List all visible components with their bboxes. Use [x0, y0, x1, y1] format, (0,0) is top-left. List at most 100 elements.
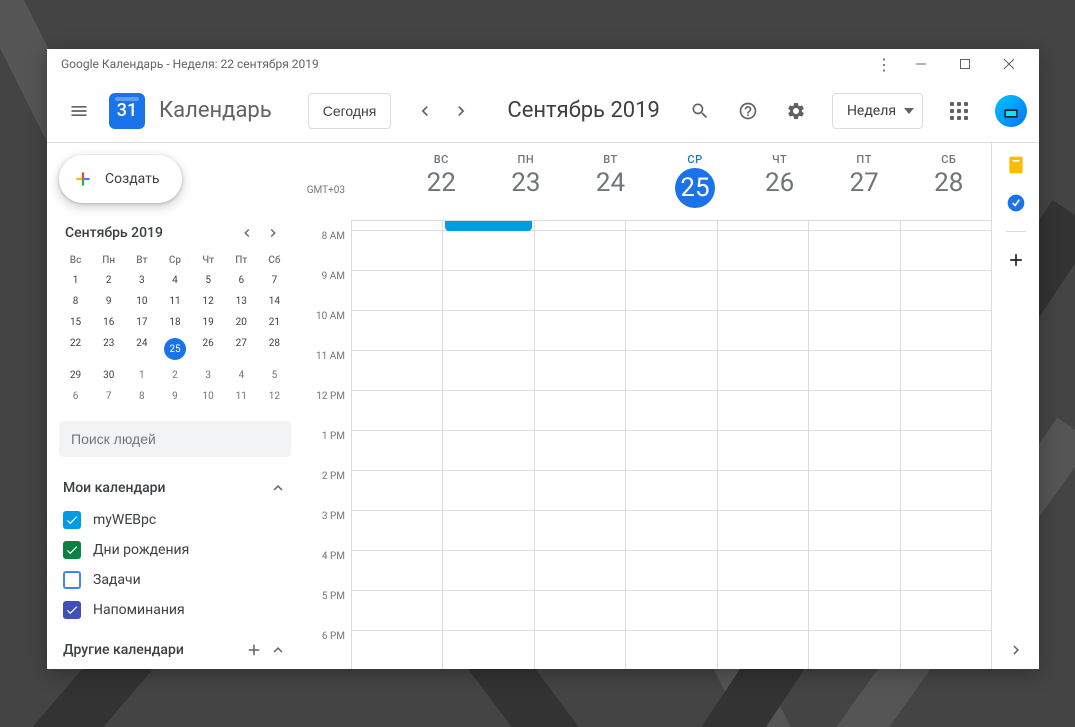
- mini-day[interactable]: 29: [59, 365, 92, 386]
- day-column[interactable]: [717, 221, 808, 669]
- window-more-icon[interactable]: ⋮: [869, 55, 899, 74]
- mini-day[interactable]: 2: [92, 270, 125, 291]
- mini-day[interactable]: 4: [158, 270, 191, 291]
- other-calendars-label: Другие календари: [63, 642, 184, 658]
- day-header[interactable]: ВТ24: [568, 143, 653, 220]
- help-button[interactable]: [728, 91, 768, 131]
- mini-day[interactable]: 1: [59, 270, 92, 291]
- mini-day[interactable]: 25: [158, 333, 191, 365]
- mini-day[interactable]: 1: [125, 365, 158, 386]
- calendar-checkbox[interactable]: [63, 601, 81, 619]
- mini-day[interactable]: 11: [225, 386, 258, 407]
- calendar-item[interactable]: myWEBpc: [59, 505, 291, 535]
- mini-day[interactable]: 3: [192, 365, 225, 386]
- mini-day[interactable]: 8: [59, 291, 92, 312]
- day-header[interactable]: ВС22: [399, 143, 484, 220]
- mini-day[interactable]: 11: [158, 291, 191, 312]
- search-people-input[interactable]: [59, 421, 291, 457]
- mini-day[interactable]: 19: [192, 312, 225, 333]
- day-header[interactable]: СБ28: [906, 143, 991, 220]
- main-menu-button[interactable]: [59, 91, 99, 131]
- calendar-item[interactable]: Напоминания: [59, 595, 291, 625]
- mini-day[interactable]: 10: [192, 386, 225, 407]
- mini-day[interactable]: 27: [225, 333, 258, 365]
- window-minimize-button[interactable]: [899, 49, 943, 79]
- calendar-checkbox[interactable]: [63, 541, 81, 559]
- day-column[interactable]: [625, 221, 716, 669]
- calendar-checkbox[interactable]: [63, 571, 81, 589]
- calendar-item[interactable]: Дни рождения: [59, 535, 291, 565]
- mini-day[interactable]: 9: [92, 291, 125, 312]
- mini-day[interactable]: 9: [158, 386, 191, 407]
- day-column[interactable]: [534, 221, 625, 669]
- mini-day[interactable]: 6: [225, 270, 258, 291]
- calendar-item[interactable]: Задачи: [59, 565, 291, 595]
- day-column[interactable]: [900, 221, 991, 669]
- today-button[interactable]: Сегодня: [308, 93, 392, 129]
- my-calendars-label: Мои календари: [63, 480, 166, 496]
- mini-day[interactable]: 12: [258, 386, 291, 407]
- mini-day[interactable]: 14: [258, 291, 291, 312]
- calendar-checkbox[interactable]: [63, 511, 81, 529]
- mini-day[interactable]: 24: [125, 333, 158, 365]
- mini-day[interactable]: 15: [59, 312, 92, 333]
- mini-day[interactable]: 17: [125, 312, 158, 333]
- time-label: 3 PM: [303, 511, 351, 551]
- add-calendar-icon[interactable]: [245, 641, 263, 659]
- mini-day[interactable]: 5: [258, 365, 291, 386]
- calendar-item-label: Дни рождения: [93, 542, 189, 558]
- mini-day[interactable]: 3: [125, 270, 158, 291]
- mini-day[interactable]: 20: [225, 312, 258, 333]
- mini-day[interactable]: 4: [225, 365, 258, 386]
- account-avatar[interactable]: [995, 95, 1027, 127]
- mini-day[interactable]: 10: [125, 291, 158, 312]
- mini-day[interactable]: 8: [125, 386, 158, 407]
- google-apps-button[interactable]: [939, 91, 979, 131]
- window-maximize-button[interactable]: [943, 49, 987, 79]
- create-button[interactable]: Создать: [59, 155, 182, 203]
- day-header[interactable]: ПН23: [484, 143, 569, 220]
- window-close-button[interactable]: [987, 49, 1031, 79]
- other-calendars-toggle[interactable]: Другие календари: [59, 633, 291, 667]
- mini-day[interactable]: 13: [225, 291, 258, 312]
- my-calendars-toggle[interactable]: Мои календари: [59, 471, 291, 505]
- mini-day[interactable]: 5: [192, 270, 225, 291]
- time-label: 8 AM: [303, 231, 351, 271]
- time-grid[interactable]: 8 AM9 AM10 AM11 AM12 PM1 PM2 PM3 PM4 PM5…: [303, 221, 991, 669]
- mini-day[interactable]: 22: [59, 333, 92, 365]
- calendar-event[interactable]: 7–8AM: [445, 221, 531, 231]
- app-window: Google Календарь - Неделя: 22 сентября 2…: [47, 49, 1039, 669]
- mini-next-month-button[interactable]: [261, 221, 285, 245]
- mini-day[interactable]: 7: [258, 270, 291, 291]
- day-header[interactable]: СР25: [653, 143, 738, 220]
- settings-button[interactable]: [776, 91, 816, 131]
- day-column[interactable]: [351, 221, 442, 669]
- mini-day[interactable]: 7: [92, 386, 125, 407]
- next-week-button[interactable]: [445, 95, 477, 127]
- day-header[interactable]: ПТ27: [822, 143, 907, 220]
- day-column[interactable]: 7–8AM: [442, 221, 533, 669]
- tasks-icon[interactable]: [1006, 193, 1026, 213]
- mini-day[interactable]: 23: [92, 333, 125, 365]
- mini-day[interactable]: 12: [192, 291, 225, 312]
- view-selector[interactable]: Неделя: [832, 93, 923, 129]
- mini-day[interactable]: 16: [92, 312, 125, 333]
- mini-day[interactable]: 18: [158, 312, 191, 333]
- mini-day[interactable]: 21: [258, 312, 291, 333]
- add-addon-icon[interactable]: [1006, 250, 1026, 270]
- mini-dow: Вт: [125, 251, 158, 270]
- time-label: 2 PM: [303, 471, 351, 511]
- day-column[interactable]: [808, 221, 899, 669]
- mini-day[interactable]: 2: [158, 365, 191, 386]
- mini-prev-month-button[interactable]: [235, 221, 259, 245]
- search-button[interactable]: [680, 91, 720, 131]
- keep-icon[interactable]: [1006, 155, 1026, 175]
- prev-week-button[interactable]: [409, 95, 441, 127]
- mini-day[interactable]: 26: [192, 333, 225, 365]
- mini-day[interactable]: 28: [258, 333, 291, 365]
- mini-day[interactable]: 30: [92, 365, 125, 386]
- day-header[interactable]: ЧТ26: [737, 143, 822, 220]
- app-header: 31 Календарь Сегодня Сентябрь 2019 Недел…: [47, 79, 1039, 143]
- mini-day[interactable]: 6: [59, 386, 92, 407]
- collapse-side-panel-button[interactable]: [1007, 641, 1025, 659]
